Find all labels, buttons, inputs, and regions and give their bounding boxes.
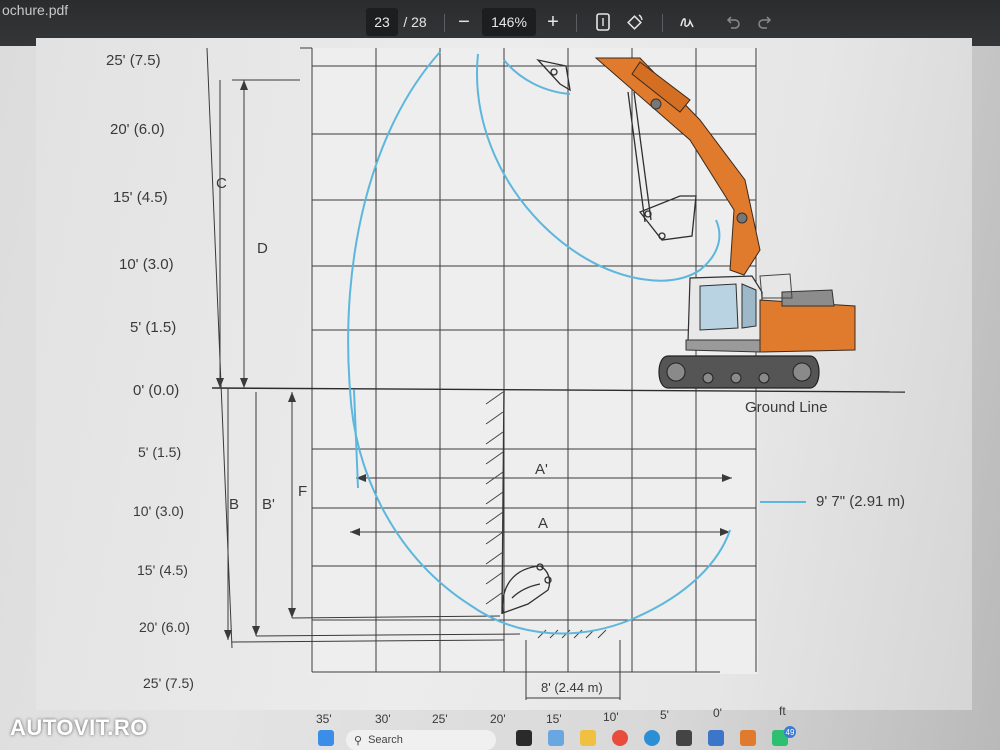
copilot-icon[interactable] <box>548 730 564 746</box>
task-view-icon[interactable] <box>516 730 532 746</box>
search-icon: ⚲ <box>354 734 363 747</box>
file-explorer-icon[interactable] <box>580 730 596 746</box>
windows-start-icon[interactable] <box>318 730 334 746</box>
dimension-a-prime: A' <box>535 461 548 478</box>
dimension-b-prime: B' <box>262 496 275 513</box>
dimension-f: F <box>298 483 308 500</box>
notification-badge: 49 <box>784 726 796 738</box>
height-label: 5' (1.5) <box>130 319 177 336</box>
dimension-d: D <box>257 240 268 257</box>
taskbar: ⚲ Search 49 <box>290 726 810 750</box>
app-icon-orange[interactable] <box>740 730 756 746</box>
screen: ochure.pdf 23 / 28 − 146% + 25' (7.5) 20… <box>0 0 1000 750</box>
height-label: 20' (6.0) <box>139 619 190 635</box>
height-label: 15' (4.5) <box>113 189 168 206</box>
height-label: 15' (4.5) <box>137 562 188 578</box>
app-icon[interactable] <box>676 730 692 746</box>
distance-label: 30' <box>375 712 391 726</box>
distance-label: 25' <box>432 712 448 726</box>
distance-label: 15' <box>546 712 562 726</box>
chrome-icon[interactable] <box>612 730 628 746</box>
distance-label: 5' <box>660 708 669 722</box>
dimension-c: C <box>216 175 227 192</box>
edge-icon[interactable] <box>644 730 660 746</box>
working-range-diagram <box>206 47 906 700</box>
distance-label: 35' <box>316 712 332 726</box>
unit-label: ft <box>779 704 786 718</box>
watermark-logo: AUTOVIT.RO <box>10 715 148 740</box>
taskbar-search[interactable]: ⚲ Search <box>346 730 496 750</box>
search-placeholder: Search <box>368 734 403 746</box>
height-label: 10' (3.0) <box>119 256 174 273</box>
distance-label: 0' <box>713 706 722 720</box>
height-label: 10' (3.0) <box>133 503 184 519</box>
distance-label: 10' <box>603 710 619 724</box>
height-label: 25' (7.5) <box>143 675 194 691</box>
height-label: 25' (7.5) <box>106 52 161 69</box>
bucket-width-label: 8' (2.44 m) <box>541 680 603 695</box>
outlook-icon[interactable] <box>708 730 724 746</box>
dimension-a: A <box>538 515 549 532</box>
height-label: 0' (0.0) <box>133 382 180 399</box>
distance-label: 20' <box>490 712 506 726</box>
ground-line-label: Ground Line <box>745 399 828 416</box>
legend-label: 9' 7" (2.91 m) <box>816 493 906 510</box>
height-label: 20' (6.0) <box>110 121 165 138</box>
height-label: 5' (1.5) <box>138 444 182 460</box>
dimension-b: B <box>229 496 240 513</box>
